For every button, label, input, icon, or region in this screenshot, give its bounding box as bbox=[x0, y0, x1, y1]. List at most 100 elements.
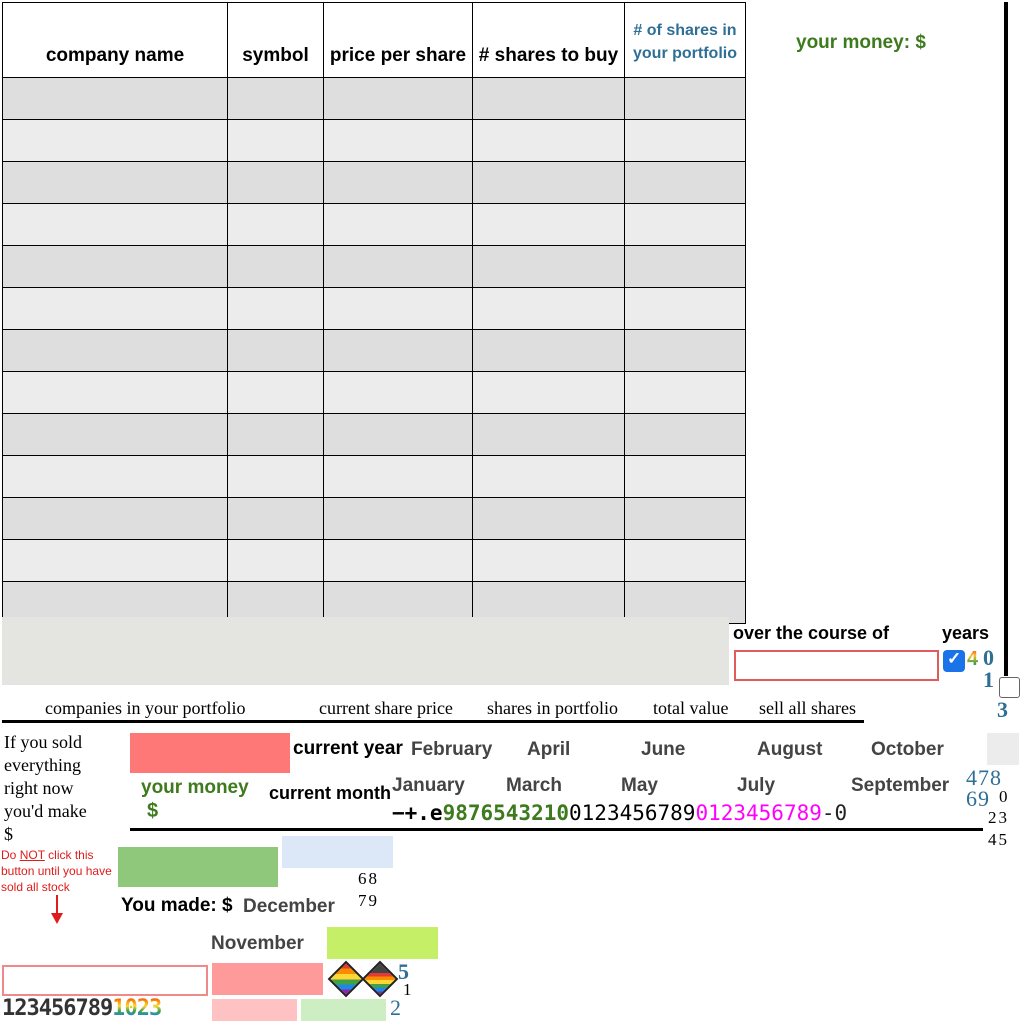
table-row bbox=[2, 203, 746, 246]
symbol-cell bbox=[227, 77, 324, 120]
price-cell bbox=[323, 329, 473, 372]
ph-current-price: current share price bbox=[319, 698, 453, 718]
company-cell bbox=[2, 203, 228, 246]
warning-text: Do NOT click this button until you have … bbox=[1, 848, 112, 894]
portfolio-cell bbox=[624, 119, 746, 162]
table-row bbox=[2, 497, 746, 540]
month-october: October bbox=[871, 739, 944, 760]
month-june: June bbox=[641, 739, 686, 760]
green-button[interactable] bbox=[118, 847, 278, 887]
table-row bbox=[2, 161, 746, 204]
company-cell bbox=[2, 413, 228, 456]
buy-cell[interactable] bbox=[472, 371, 625, 414]
price-cell bbox=[323, 539, 473, 582]
buy-cell[interactable] bbox=[472, 245, 625, 288]
portfolio-cell bbox=[624, 287, 746, 330]
buy-cell[interactable] bbox=[472, 287, 625, 330]
portfolio-cell bbox=[624, 161, 746, 204]
symbol-cell bbox=[227, 329, 324, 372]
buy-cell[interactable] bbox=[472, 539, 625, 582]
digit-3: 3 bbox=[997, 697, 1008, 722]
rainbow-digit: 1 bbox=[112, 996, 125, 1021]
bottom-input[interactable] bbox=[2, 965, 208, 996]
pink-button[interactable] bbox=[212, 963, 323, 995]
ph-shares: shares in portfolio bbox=[487, 698, 618, 718]
table-row bbox=[2, 371, 746, 414]
digit-1-small: 1 bbox=[403, 980, 412, 999]
digits-79: 79 bbox=[358, 891, 379, 910]
digit-0-small: 0 bbox=[999, 787, 1008, 806]
empty-checkbox[interactable] bbox=[999, 677, 1020, 698]
buy-cell[interactable] bbox=[472, 413, 625, 456]
red-button[interactable] bbox=[130, 733, 290, 773]
price-cell bbox=[323, 245, 473, 288]
portfolio-rule bbox=[2, 720, 864, 723]
light-blue-button[interactable] bbox=[282, 836, 393, 868]
symbol-cell bbox=[227, 287, 324, 330]
strip-green: 9876543210 bbox=[442, 801, 570, 825]
portfolio-cell bbox=[624, 539, 746, 582]
symbol-cell bbox=[227, 539, 324, 582]
rainbow-digit: 0 bbox=[124, 996, 137, 1021]
table-header-row: company name symbol price per share # sh… bbox=[2, 2, 746, 78]
month-december: December bbox=[243, 896, 335, 917]
symbol-cell bbox=[227, 497, 324, 540]
digit-0: 0 bbox=[983, 645, 994, 670]
light-green-button[interactable] bbox=[301, 999, 386, 1021]
table-row bbox=[2, 455, 746, 498]
buy-cell[interactable] bbox=[472, 329, 625, 372]
col-shares-to-buy: # shares to buy bbox=[472, 2, 625, 78]
message-panel bbox=[2, 617, 729, 685]
money-dollar: $ bbox=[147, 800, 159, 822]
month-november: November bbox=[211, 933, 304, 954]
portfolio-cell bbox=[624, 245, 746, 288]
your-money-currency: $ bbox=[915, 32, 926, 53]
current-year-label: current year bbox=[293, 738, 403, 759]
buy-cell[interactable] bbox=[472, 497, 625, 540]
ph-total-value: total value bbox=[653, 698, 729, 718]
buy-cell[interactable] bbox=[472, 455, 625, 498]
portfolio-cell bbox=[624, 203, 746, 246]
portfolio-cell bbox=[624, 371, 746, 414]
your-money-label-2: your money bbox=[141, 777, 249, 798]
buy-cell[interactable] bbox=[472, 77, 625, 120]
light-pink-button[interactable] bbox=[212, 999, 297, 1021]
symbol-cell bbox=[227, 119, 324, 162]
buy-cell[interactable] bbox=[472, 119, 625, 162]
table-row bbox=[2, 539, 746, 582]
digits-68: 68 bbox=[358, 869, 379, 888]
rainbow-digit-4: 4 bbox=[967, 648, 979, 670]
bottom-digits: 1234567891023 bbox=[2, 996, 162, 1021]
portfolio-cell bbox=[624, 413, 746, 456]
month-may: May bbox=[621, 775, 658, 796]
lime-button[interactable] bbox=[327, 927, 438, 959]
rainbow-diamond-icon[interactable] bbox=[327, 960, 365, 998]
portfolio-cell bbox=[624, 77, 746, 120]
bottom-digits-rainbow: 1023 bbox=[112, 996, 162, 1021]
rainbow-diamond-icon-2[interactable] bbox=[361, 960, 399, 998]
years-checkbox[interactable]: ✓ bbox=[943, 649, 965, 672]
buy-cell[interactable] bbox=[472, 203, 625, 246]
company-cell bbox=[2, 161, 228, 204]
strip-prefix: −+.e bbox=[392, 801, 443, 825]
month-april: April bbox=[527, 739, 571, 760]
strip-black: 0123456789 bbox=[569, 801, 696, 825]
rainbow-digit: 3 bbox=[148, 996, 162, 1021]
buy-cell[interactable] bbox=[472, 161, 625, 204]
digit-2: 2 bbox=[390, 995, 401, 1020]
current-month-label: current month bbox=[269, 783, 392, 803]
ph-sell-all: sell all shares bbox=[759, 698, 856, 718]
table-row bbox=[2, 287, 746, 330]
price-cell bbox=[323, 455, 473, 498]
col-symbol: symbol bbox=[227, 2, 324, 78]
years-input[interactable] bbox=[734, 650, 939, 681]
month-february: February bbox=[411, 739, 493, 760]
symbol-cell bbox=[227, 455, 324, 498]
portfolio-cell bbox=[624, 497, 746, 540]
portfolio-cell bbox=[624, 455, 746, 498]
rainbow-digit: 2 bbox=[136, 996, 150, 1021]
company-cell bbox=[2, 119, 228, 162]
ph-companies: companies in your portfolio bbox=[45, 698, 246, 718]
price-cell bbox=[323, 371, 473, 414]
bottom-digits-plain: 123456789 bbox=[2, 996, 113, 1021]
